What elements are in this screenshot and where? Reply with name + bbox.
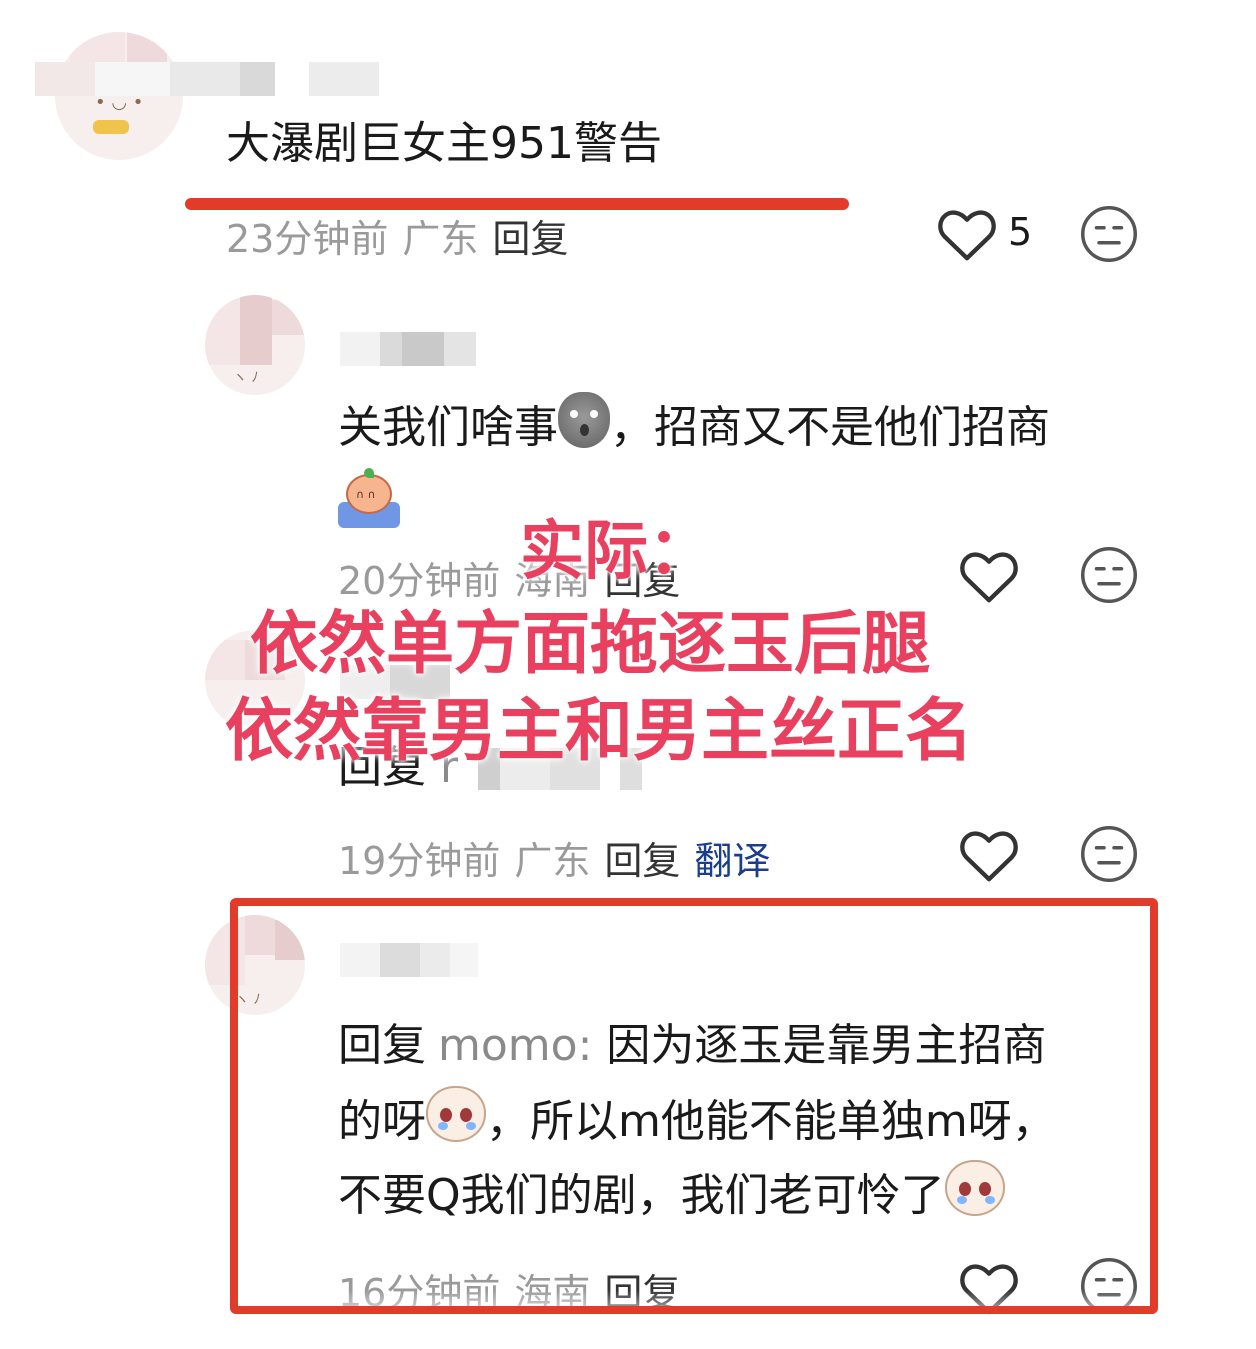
neutral-face-icon[interactable] — [1079, 545, 1139, 605]
highlight-box — [230, 898, 1158, 1314]
heart-outline-icon[interactable] — [958, 548, 1020, 604]
username-blurred[interactable] — [340, 332, 476, 366]
comment-meta: 19分钟前 广东 回复 翻译 — [338, 830, 784, 885]
translate-button[interactable]: 翻译 — [694, 839, 770, 883]
comment-region: 广东 — [402, 217, 479, 261]
comment-time: 23分钟前 — [226, 217, 389, 261]
comment-text-part: 关我们啥事 — [338, 402, 558, 453]
heart-outline-icon[interactable] — [958, 827, 1020, 883]
comment-text: 大瀑剧巨女主951警告 — [226, 118, 662, 169]
comment-time: 19分钟前 — [338, 839, 501, 883]
heart-outline-icon[interactable] — [936, 206, 998, 262]
comment-meta: 23分钟前 广东 回复 — [226, 208, 582, 263]
annotation-line-2: 依然靠男主和男主丝正名 — [225, 692, 974, 771]
username-blurred[interactable] — [35, 62, 379, 96]
annotation-title: 实际： — [520, 515, 712, 589]
reply-button[interactable]: 回复 — [492, 217, 568, 261]
comment-text-part: ，招商又不是他们招商 — [610, 402, 1050, 453]
avatar[interactable]: ヽ ﾉ — [205, 295, 305, 395]
crying-peach-emoji: ∩ ∩ — [336, 468, 402, 530]
avatar[interactable]: • ◡ • — [55, 32, 183, 160]
sad-potato-emoji — [558, 392, 610, 448]
neutral-face-icon[interactable] — [1079, 204, 1139, 264]
annotation-line-1: 依然单方面拖逐玉后腿 — [250, 605, 931, 684]
reply-button[interactable]: 回复 — [604, 839, 680, 883]
comment-text: 关我们啥事 ，招商又不是他们招商 — [338, 392, 1050, 462]
neutral-face-icon[interactable] — [1079, 824, 1139, 884]
comment-region: 广东 — [514, 839, 591, 883]
like-count: 5 — [1008, 210, 1033, 254]
